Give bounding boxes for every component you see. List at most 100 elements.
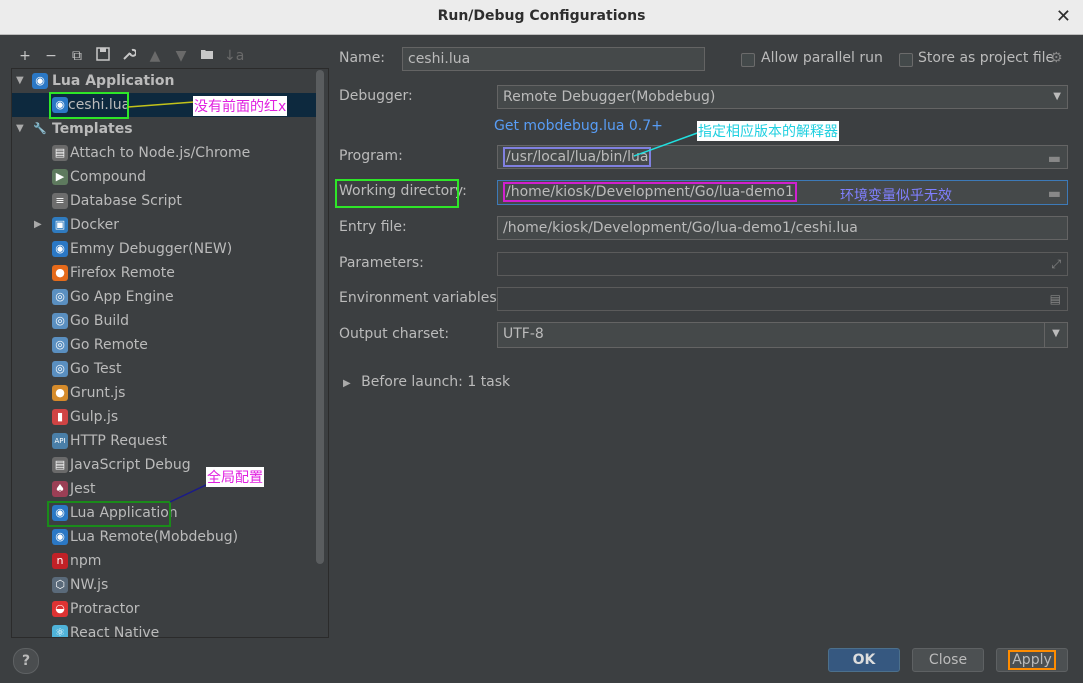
tree-label: Lua Application (52, 73, 175, 89)
ok-button[interactable]: OK (828, 648, 900, 672)
tree-item-template[interactable]: ♠ Jest (12, 477, 317, 501)
tree-item-template[interactable]: ◎ Go App Engine (12, 285, 317, 309)
tree-label: Docker (70, 217, 120, 233)
tree-label: Go Test (70, 361, 122, 377)
params-label: Parameters: (339, 255, 424, 271)
title-bar: Run/Debug Configurations ✕ (0, 0, 1083, 35)
tree-item-template[interactable]: ◒ Protractor (12, 597, 317, 621)
annotation-no-red-x: 没有前面的红x (193, 96, 288, 116)
sort-icon[interactable]: ↓a (224, 47, 244, 65)
tree-item-template[interactable]: ≡ Database Script (12, 189, 317, 213)
nwjs-icon: ⬡ (52, 577, 68, 593)
before-launch-label: Before launch: 1 task (361, 374, 511, 390)
add-icon[interactable]: + (16, 47, 34, 65)
close-button[interactable]: Close (912, 648, 984, 672)
folder-browse-icon[interactable]: ▬ (1048, 148, 1061, 170)
env-input[interactable]: ▤ (497, 287, 1068, 311)
chevron-down-icon: ▼ (1053, 91, 1061, 102)
workdir-value: /home/kiosk/Development/Go/lua-demo1 (503, 182, 797, 202)
move-up-icon[interactable]: ▲ (146, 47, 164, 65)
tree-item-template[interactable]: ▤ Attach to Node.js/Chrome (12, 141, 317, 165)
params-input[interactable]: ⤢ (497, 252, 1068, 276)
folder-svg (201, 50, 213, 59)
configuration-tree[interactable]: ▼ ◉ Lua Application ◉ ceshi.lua ▼ 🔧 Temp… (11, 68, 329, 638)
node-attach-icon: ▤ (52, 145, 68, 161)
copy-icon[interactable]: ⧉ (68, 47, 86, 65)
remove-icon[interactable]: − (42, 47, 60, 65)
entry-input[interactable]: /home/kiosk/Development/Go/lua-demo1/ces… (497, 216, 1068, 240)
go-app-engine-icon: ◎ (52, 289, 68, 305)
tree-item-template[interactable]: ◎ Go Build (12, 309, 317, 333)
tree-group-lua-application[interactable]: ▼ ◉ Lua Application (12, 69, 317, 93)
folder-browse-icon[interactable]: ▬ (1048, 183, 1061, 205)
tree-group-templates[interactable]: ▼ 🔧 Templates (12, 117, 317, 141)
tree-label: Go App Engine (70, 289, 174, 305)
tree-item-template[interactable]: ◎ Go Remote (12, 333, 317, 357)
name-input[interactable]: ceshi.lua (402, 47, 705, 71)
debugger-select[interactable]: Remote Debugger(Mobdebug) ▼ (497, 85, 1068, 109)
save-icon[interactable] (94, 47, 112, 65)
tree-item-template[interactable]: n npm (12, 549, 317, 573)
tree-item-template[interactable]: ● Grunt.js (12, 381, 317, 405)
program-label: Program: (339, 148, 403, 164)
entry-label: Entry file: (339, 219, 407, 235)
tree-item-template[interactable]: API HTTP Request (12, 429, 317, 453)
expanded-arrow-icon[interactable]: ▼ (16, 117, 28, 141)
tree-item-template[interactable]: ⚛ React Native (12, 621, 317, 638)
wrench-icon: 🔧 (33, 122, 47, 135)
workdir-input[interactable]: /home/kiosk/Development/Go/lua-demo1 ▬ (497, 180, 1068, 205)
protractor-icon: ◒ (52, 601, 68, 617)
charset-value: UTF-8 (503, 326, 544, 342)
program-input[interactable]: /usr/local/lua/bin/lua ▬ (497, 145, 1068, 169)
tree-item-template[interactable]: ▶ ▣ Docker (12, 213, 317, 237)
database-icon: ≡ (52, 193, 68, 209)
annotation-box-ceshi (49, 92, 129, 119)
tree-label: Attach to Node.js/Chrome (70, 145, 251, 161)
tree-scrollbar[interactable] (316, 70, 324, 564)
expanded-arrow-icon[interactable]: ▼ (16, 69, 28, 93)
tree-label: HTTP Request (70, 433, 168, 449)
allow-parallel-checkbox[interactable] (741, 53, 755, 67)
help-button[interactable]: ? (13, 648, 39, 674)
move-down-icon[interactable]: ▼ (172, 47, 190, 65)
go-remote-icon: ◎ (52, 337, 68, 353)
jest-icon: ♠ (52, 481, 68, 497)
tree-label: Firefox Remote (70, 265, 175, 281)
close-icon[interactable]: ✕ (1056, 6, 1071, 27)
lua-app-icon: ◉ (32, 73, 48, 89)
http-request-icon: API (52, 433, 68, 449)
tree-label: React Native (70, 625, 160, 638)
collapsed-arrow-icon[interactable]: ▶ (34, 213, 46, 237)
env-label: Environment variables: (339, 290, 502, 306)
gear-icon[interactable]: ⚙ (1050, 50, 1063, 66)
annotation-line-global (169, 483, 209, 503)
debugger-label: Debugger: (339, 88, 413, 104)
edit-env-icon[interactable]: ▤ (1050, 288, 1061, 310)
store-project-checkbox[interactable] (899, 53, 913, 67)
tree-item-template[interactable]: ⬡ NW.js (12, 573, 317, 597)
tree-label: Lua Remote(Mobdebug) (70, 529, 239, 545)
tree-item-template[interactable]: ◎ Go Test (12, 357, 317, 381)
tree-item-template[interactable]: ▮ Gulp.js (12, 405, 317, 429)
apply-button[interactable]: Apply (996, 648, 1068, 672)
tree-item-template[interactable]: ◉ Lua Remote(Mobdebug) (12, 525, 317, 549)
config-toolbar: + − ⧉ ▲ ▼ ↓a (16, 46, 244, 66)
annotation-env-invalid: 环境变量似乎无效 (840, 188, 952, 204)
chevron-down-icon: ▼ (1044, 323, 1067, 347)
tree-label: Grunt.js (70, 385, 126, 401)
compound-icon: ▶ (52, 169, 68, 185)
emmy-debugger-icon: ◉ (52, 241, 68, 257)
folder-icon[interactable] (198, 47, 216, 65)
grunt-icon: ● (52, 385, 68, 401)
tree-item-template[interactable]: ▤ JavaScript Debug (12, 453, 317, 477)
wrench-icon[interactable] (120, 47, 138, 65)
tree-item-template[interactable]: ● Firefox Remote (12, 261, 317, 285)
annotation-specify-interp: 指定相应版本的解释器 (697, 121, 839, 141)
tree-item-template[interactable]: ◉ Emmy Debugger(NEW) (12, 237, 317, 261)
tree-item-template[interactable]: ▶ Compound (12, 165, 317, 189)
expand-icon[interactable]: ⤢ (1051, 253, 1061, 275)
go-test-icon: ◎ (52, 361, 68, 377)
charset-select[interactable]: UTF-8 ▼ (497, 322, 1068, 348)
lua-remote-icon: ◉ (52, 529, 68, 545)
before-launch-toggle[interactable]: ▶ Before launch: 1 task (343, 374, 510, 390)
